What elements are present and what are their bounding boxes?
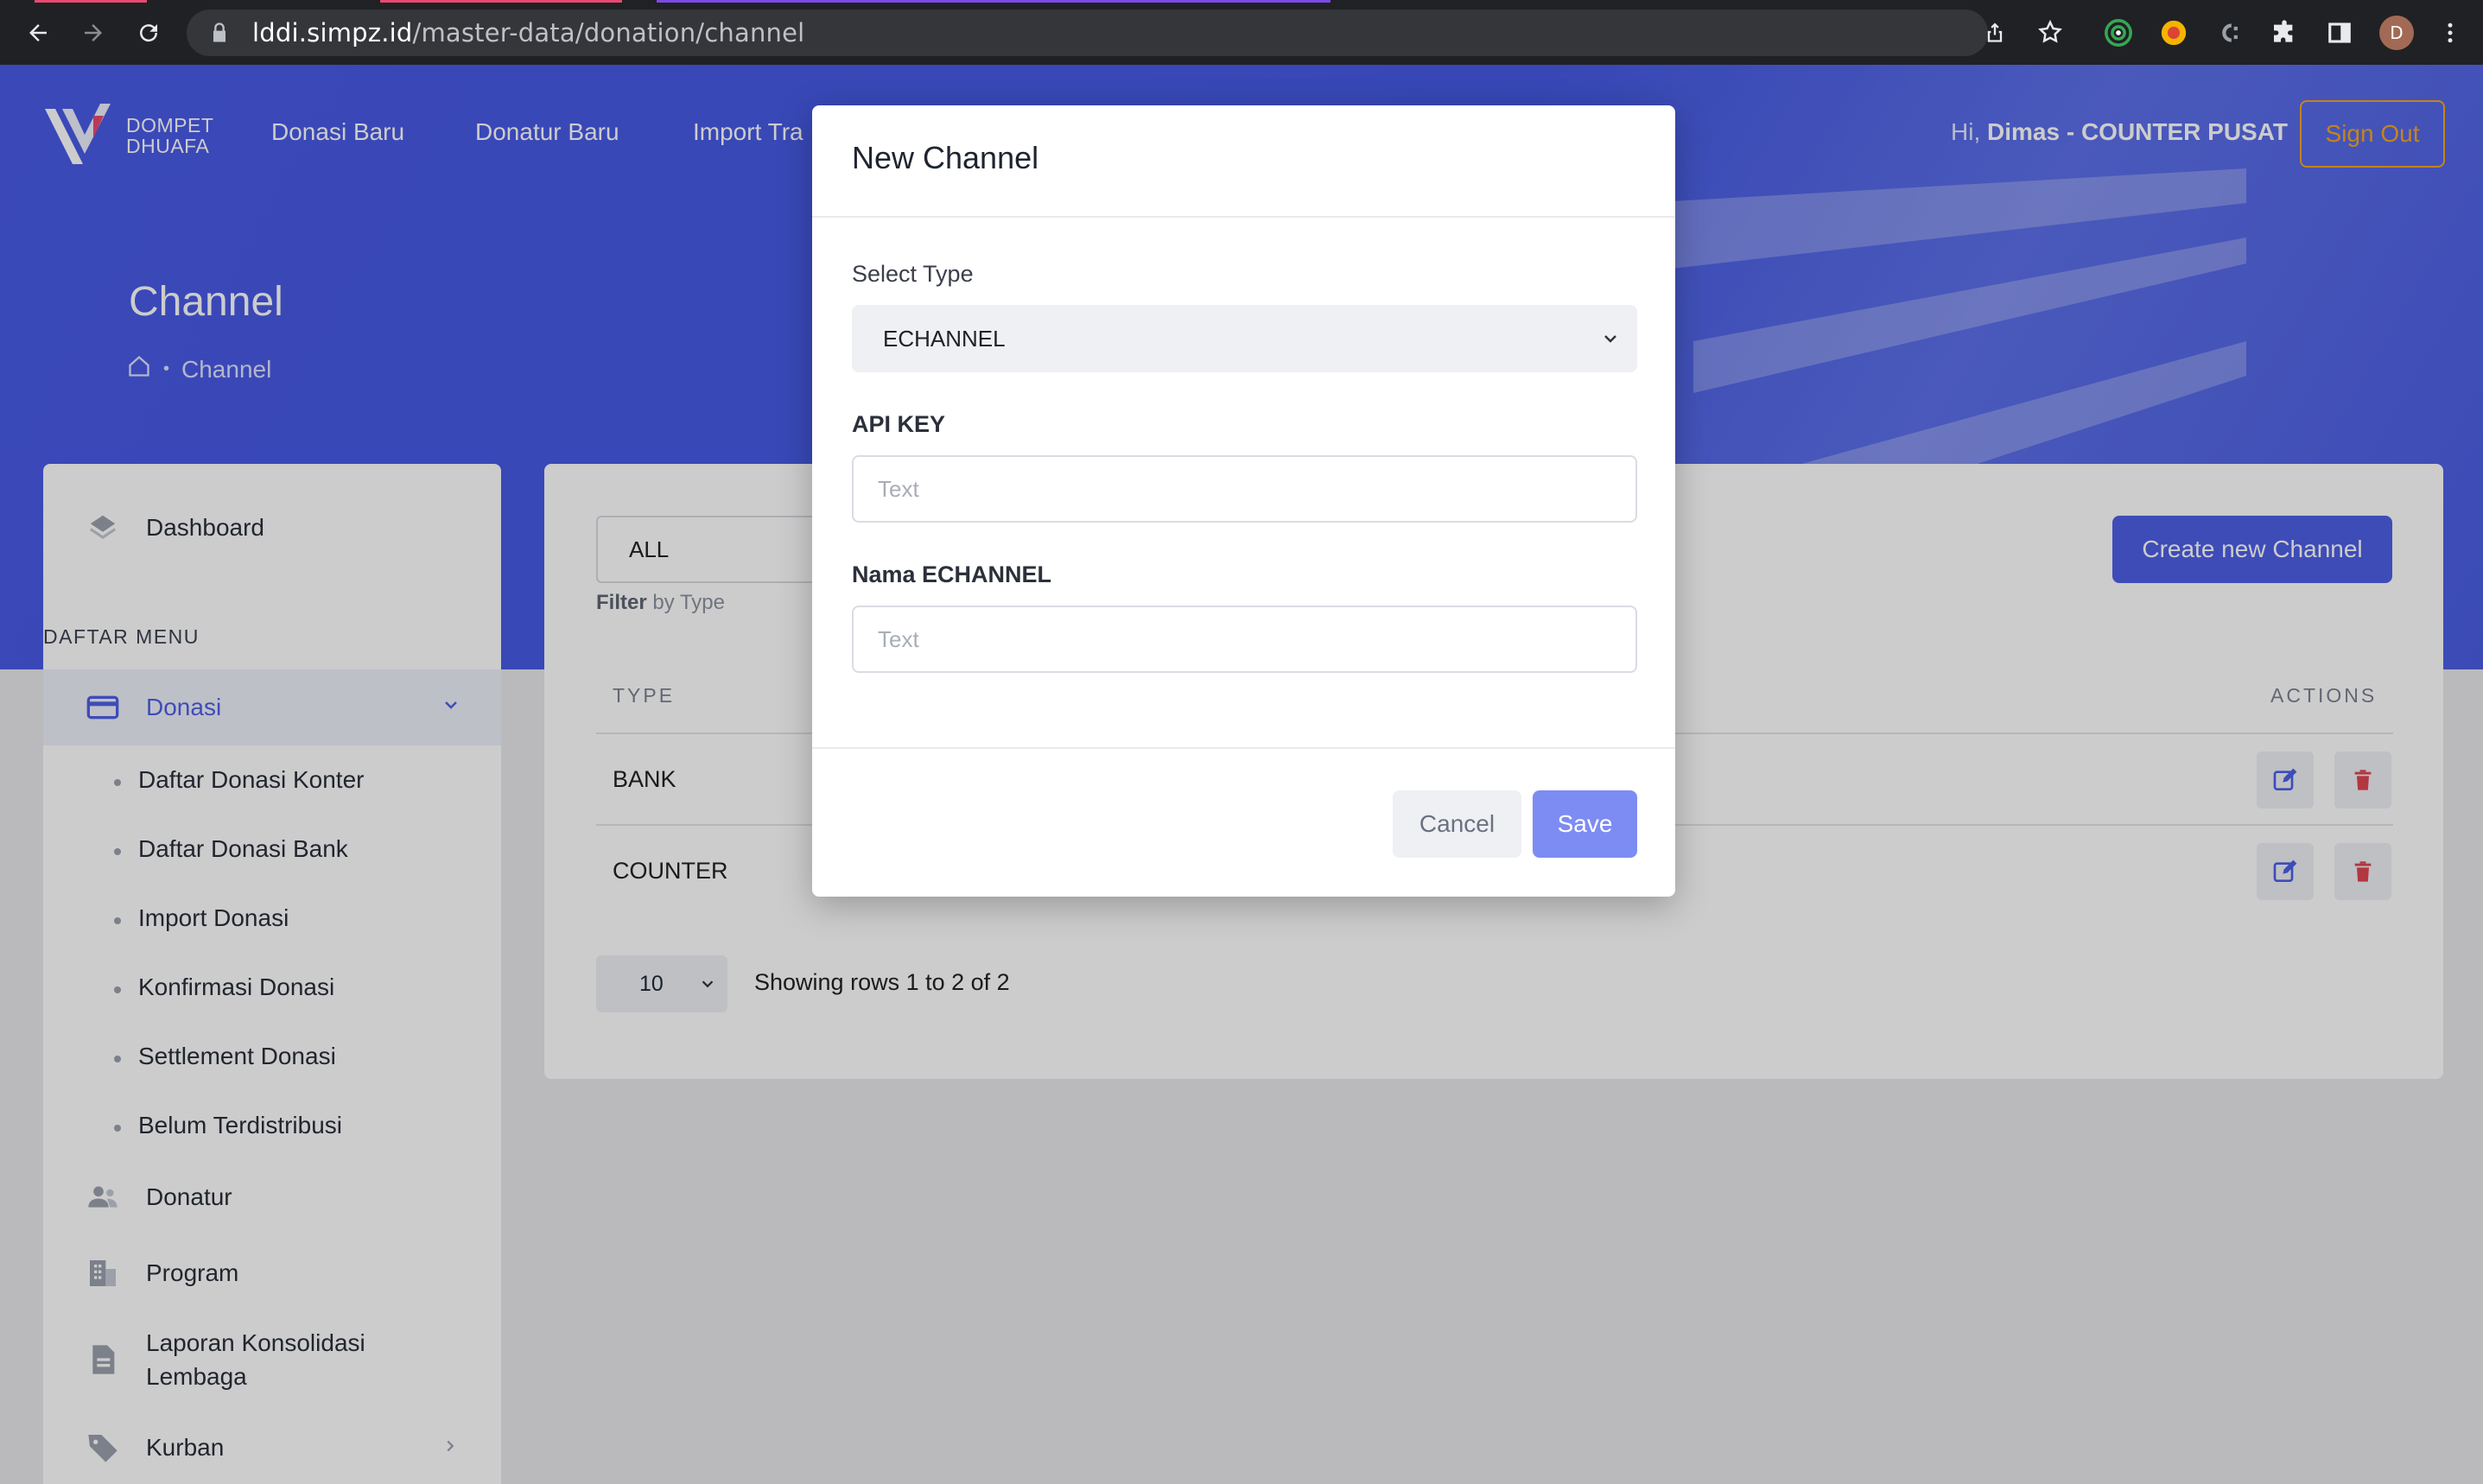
modal-divider — [812, 747, 1675, 749]
modal-divider — [812, 216, 1675, 218]
address-bar[interactable]: lddi.simpz.id/master-data/donation/chann… — [187, 10, 1988, 56]
browser-toolbar: lddi.simpz.id/master-data/donation/chann… — [0, 0, 2483, 65]
url-text: lddi.simpz.id/master-data/donation/chann… — [252, 18, 805, 48]
tab-indicator — [35, 0, 147, 3]
side-panel-icon[interactable] — [2324, 17, 2355, 48]
forward-icon[interactable] — [76, 16, 111, 50]
api-key-label: API KEY — [852, 411, 946, 437]
new-channel-modal: New Channel Select Type ECHANNEL API KEY… — [812, 105, 1675, 897]
back-icon[interactable] — [21, 16, 55, 50]
nama-echannel-label: Nama ECHANNEL — [852, 561, 1052, 587]
extension-target-icon[interactable] — [2103, 17, 2134, 48]
select-type-dropdown[interactable]: ECHANNEL — [852, 305, 1637, 372]
extension-color-icon[interactable] — [2158, 17, 2189, 48]
lock-icon — [207, 21, 232, 45]
tab-indicator — [657, 0, 1330, 3]
reload-icon[interactable] — [131, 16, 166, 50]
bookmark-star-icon[interactable] — [2035, 17, 2065, 47]
select-type-label: Select Type — [852, 261, 974, 287]
more-menu-icon[interactable] — [2435, 17, 2466, 48]
modal-title: New Channel — [852, 140, 1039, 175]
extensions-puzzle-icon[interactable] — [2269, 17, 2300, 48]
chevron-down-icon — [1600, 328, 1621, 355]
extension-c-icon[interactable] — [2213, 17, 2245, 48]
nama-echannel-input[interactable] — [852, 606, 1637, 673]
tab-indicator — [380, 0, 622, 3]
share-icon[interactable] — [1980, 17, 2010, 47]
profile-avatar[interactable]: D — [2379, 16, 2414, 50]
api-key-input[interactable] — [852, 455, 1637, 523]
cancel-button[interactable]: Cancel — [1393, 790, 1521, 858]
save-button[interactable]: Save — [1533, 790, 1637, 858]
